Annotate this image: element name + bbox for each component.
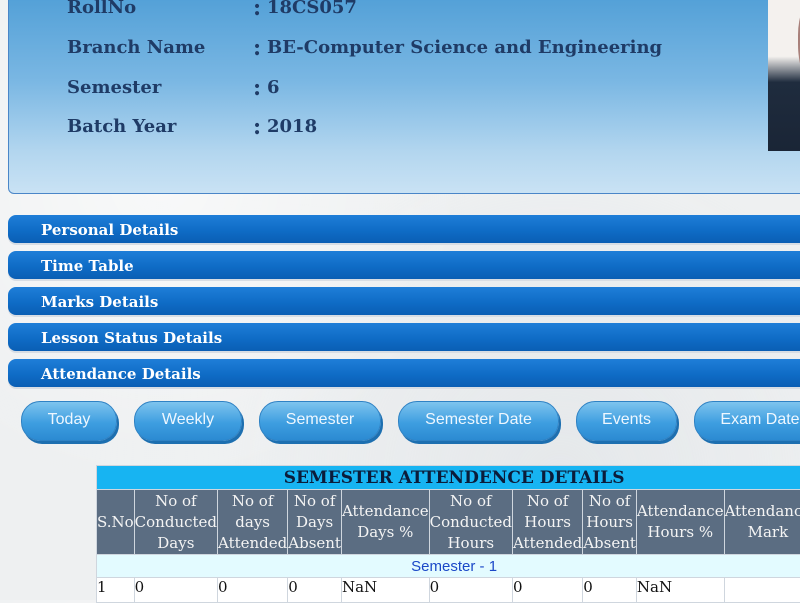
- column-header: Attendance Days %: [341, 490, 429, 555]
- column-header: No of Conducted Days: [134, 490, 217, 555]
- table-cell: NaN: [636, 578, 724, 603]
- table-cell: 0: [429, 578, 512, 603]
- student-photo: [768, 0, 800, 151]
- column-header: No of Days Absent: [288, 490, 342, 555]
- section-label: Time Table: [41, 257, 134, 275]
- semester-label: Semester: [67, 77, 161, 98]
- student-profile-panel: RollNo : 18CS057 Branch Name : BE-Comput…: [8, 0, 800, 194]
- semester-colon: :: [253, 75, 261, 101]
- branch-label: Branch Name: [67, 37, 205, 58]
- table-title: SEMESTER ATTENDENCE DETAILS: [97, 466, 800, 490]
- column-header: No of Hours Absent: [583, 490, 637, 555]
- tab-semester[interactable]: Semester: [259, 401, 381, 441]
- semester-value: 6: [267, 77, 280, 98]
- section-lesson-status-details[interactable]: Lesson Status Details: [8, 323, 800, 351]
- batch-year-value: 2018: [267, 116, 317, 137]
- tab-exam-date[interactable]: Exam Date: [694, 401, 800, 441]
- section-label: Lesson Status Details: [41, 329, 222, 347]
- section-time-table[interactable]: Time Table: [8, 251, 800, 279]
- rollno-colon: :: [253, 0, 261, 21]
- tab-today[interactable]: Today: [21, 401, 117, 441]
- semester-attendance-table: SEMESTER ATTENDENCE DETAILS S.No No of C…: [96, 465, 800, 603]
- table-cell: 0: [134, 578, 217, 603]
- section-label: Personal Details: [41, 221, 178, 239]
- column-header: S.No: [97, 490, 135, 555]
- section-label: Attendance Details: [41, 365, 201, 383]
- section-attendance-details[interactable]: Attendance Details: [8, 359, 800, 387]
- table-cell: [724, 578, 800, 603]
- rollno-value: 18CS057: [267, 0, 357, 18]
- tab-semester-date[interactable]: Semester Date: [398, 401, 559, 441]
- table-cell: NaN: [341, 578, 429, 603]
- rollno-label: RollNo: [67, 0, 136, 18]
- table-row: 1 0 0 0 NaN 0 0 0 NaN: [97, 578, 800, 603]
- section-personal-details[interactable]: Personal Details: [8, 215, 800, 243]
- branch-colon: :: [253, 35, 261, 61]
- batch-year-colon: :: [253, 114, 261, 140]
- branch-value: BE-Computer Science and Engineering: [267, 37, 662, 58]
- batch-year-label: Batch Year: [67, 116, 176, 137]
- semester-group-label: Semester - 1: [97, 555, 800, 578]
- table-cell: 0: [218, 578, 288, 603]
- column-header: No of Hours Attended: [512, 490, 582, 555]
- table-cell: 1: [97, 578, 135, 603]
- column-header: No of Conducted Hours: [429, 490, 512, 555]
- section-marks-details[interactable]: Marks Details: [8, 287, 800, 315]
- column-header: No of days Attended: [218, 490, 288, 555]
- table-cell: 0: [583, 578, 637, 603]
- column-header: Attendance Mark: [724, 490, 800, 555]
- tab-weekly[interactable]: Weekly: [134, 401, 242, 441]
- tab-events[interactable]: Events: [576, 401, 677, 441]
- section-label: Marks Details: [41, 293, 158, 311]
- column-header: Attendance Hours %: [636, 490, 724, 555]
- table-cell: 0: [288, 578, 342, 603]
- table-cell: 0: [512, 578, 582, 603]
